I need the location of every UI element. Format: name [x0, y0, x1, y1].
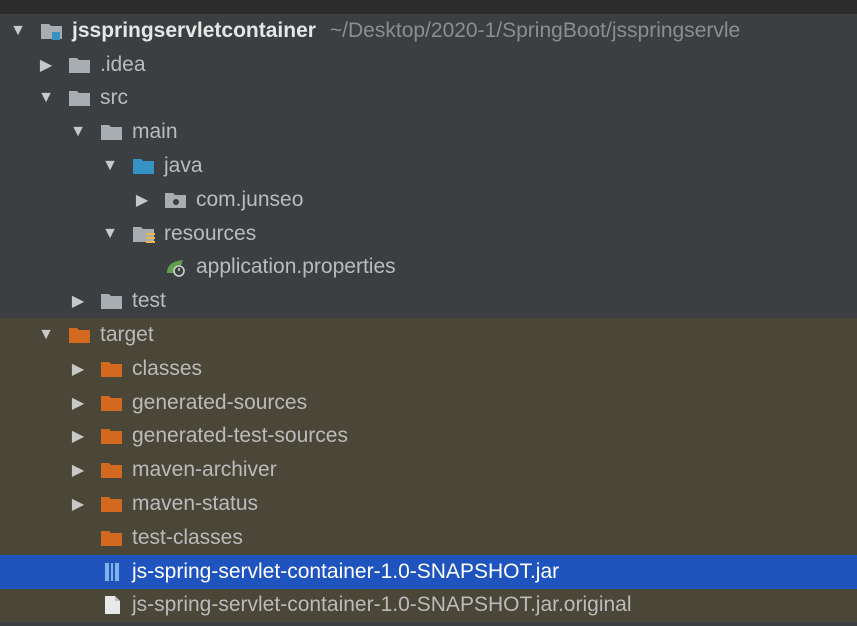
tree-row-app-props[interactable]: ▶ application.properties — [0, 251, 857, 285]
excluded-folder-icon — [100, 460, 124, 480]
chevron-down-icon[interactable]: ▼ — [102, 225, 118, 242]
chevron-down-icon[interactable]: ▼ — [70, 123, 86, 140]
tree-label-generated-sources: generated-sources — [132, 390, 308, 414]
tree-row-target[interactable]: ▼ target — [0, 318, 857, 352]
tree-label-resources: resources — [164, 221, 257, 245]
file-icon — [100, 595, 124, 615]
project-folder-icon — [40, 21, 64, 41]
tree-label-classes: classes — [132, 356, 203, 380]
tree-label-package: com.junseo — [196, 187, 304, 211]
tree-label-test: test — [132, 289, 166, 313]
tree-row-test-classes[interactable]: ▶ test-classes — [0, 520, 857, 555]
tree-label-target: target — [100, 323, 154, 347]
chevron-right-icon[interactable]: ▶ — [70, 293, 86, 310]
tree-row-package[interactable]: ▶ com.junseo — [0, 183, 857, 217]
project-tree: ▼ jsspringservletcontainer ~/Desktop/202… — [0, 14, 857, 623]
tree-row-jar-original[interactable]: ▶ js-spring-servlet-container-1.0-SNAPSH… — [0, 588, 857, 623]
tree-row-maven-archiver[interactable]: ▶ maven-archiver — [0, 453, 857, 488]
chevron-right-icon[interactable]: ▶ — [38, 57, 54, 74]
tree-label-src: src — [100, 86, 128, 110]
tree-label-app-props: application.properties — [196, 255, 396, 279]
tree-label-test-classes: test-classes — [132, 525, 243, 549]
tree-row-idea[interactable]: ▶ .idea — [0, 48, 857, 82]
excluded-folder-icon — [100, 393, 124, 413]
tree-label-main: main — [132, 120, 178, 144]
folder-icon — [68, 55, 92, 75]
tree-label-idea: .idea — [100, 52, 146, 76]
tree-row-project-root[interactable]: ▼ jsspringservletcontainer ~/Desktop/202… — [0, 14, 857, 48]
tree-label-maven-status: maven-status — [132, 492, 259, 516]
chevron-right-icon[interactable]: ▶ — [70, 361, 86, 378]
tree-label-java: java — [164, 154, 203, 178]
tree-label-jar: js-spring-servlet-container-1.0-SNAPSHOT… — [132, 559, 560, 583]
folder-icon — [100, 122, 124, 142]
chevron-down-icon[interactable]: ▼ — [38, 89, 54, 106]
chevron-right-icon[interactable]: ▶ — [70, 462, 86, 479]
tree-row-maven-status[interactable]: ▶ maven-status — [0, 487, 857, 521]
chevron-down-icon[interactable]: ▼ — [10, 22, 26, 39]
tree-row-resources[interactable]: ▼ resources — [0, 217, 857, 251]
excluded-folder-icon — [100, 528, 124, 548]
tree-row-java[interactable]: ▼ java — [0, 149, 857, 183]
tree-label-jar-original: js-spring-servlet-container-1.0-SNAPSHOT… — [132, 593, 632, 617]
tree-row-test[interactable]: ▶ test — [0, 284, 857, 318]
project-path: ~/Desktop/2020-1/SpringBoot/jsspringserv… — [329, 18, 741, 42]
chevron-right-icon[interactable]: ▶ — [70, 496, 86, 513]
folder-icon — [68, 88, 92, 108]
package-icon — [164, 190, 188, 210]
tree-label-generated-test-sources: generated-test-sources — [132, 424, 348, 448]
tree-row-generated-sources[interactable]: ▶ generated-sources — [0, 385, 857, 420]
excluded-folder-icon — [100, 359, 124, 379]
source-folder-icon — [132, 156, 156, 176]
tree-row-generated-test-sources[interactable]: ▶ generated-test-sources — [0, 419, 857, 454]
tree-row-classes[interactable]: ▶ classes — [0, 351, 857, 386]
project-name: jsspringservletcontainer — [72, 18, 316, 42]
excluded-folder-icon — [100, 494, 124, 514]
chevron-right-icon[interactable]: ▶ — [134, 192, 150, 209]
chevron-right-icon[interactable]: ▶ — [70, 395, 86, 412]
chevron-right-icon[interactable]: ▶ — [70, 428, 86, 445]
excluded-folder-icon — [68, 325, 92, 345]
jar-archive-icon — [100, 562, 124, 582]
tree-label-maven-archiver: maven-archiver — [132, 458, 277, 482]
excluded-folder-icon — [100, 426, 124, 446]
tree-row-src[interactable]: ▼ src — [0, 82, 857, 116]
tree-row-jar[interactable]: ▶ js-spring-servlet-container-1.0-SNAPSH… — [0, 554, 857, 589]
window-top-strip — [0, 0, 857, 14]
resources-folder-icon — [132, 224, 156, 244]
chevron-down-icon[interactable]: ▼ — [102, 157, 118, 174]
folder-icon — [100, 291, 124, 311]
tree-row-main[interactable]: ▼ main — [0, 115, 857, 149]
chevron-down-icon[interactable]: ▼ — [38, 326, 54, 343]
spring-properties-icon — [164, 257, 188, 278]
